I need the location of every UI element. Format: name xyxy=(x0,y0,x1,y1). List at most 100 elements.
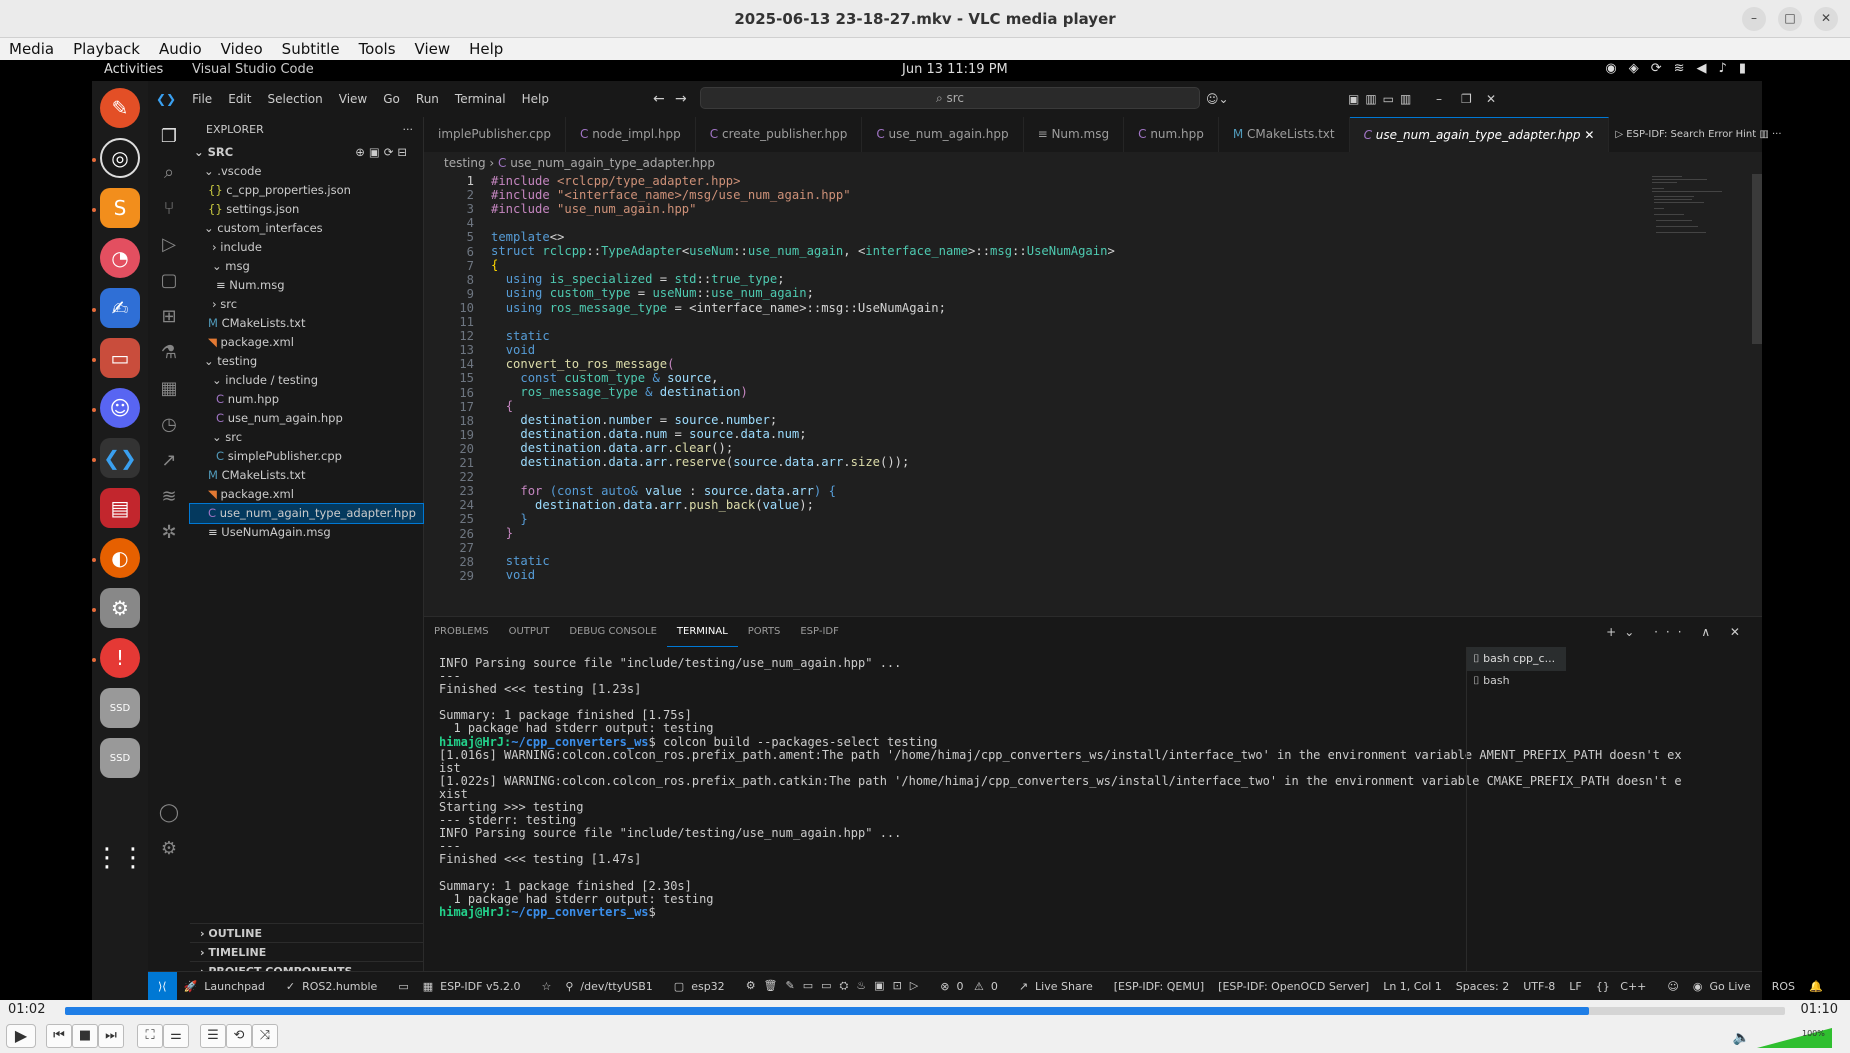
live-share-icon[interactable]: ↗ xyxy=(157,449,181,473)
tree-item[interactable]: ⌄ testing xyxy=(190,352,423,371)
vscode-icon[interactable]: ❮❯ xyxy=(100,438,140,478)
panel-tab-debug-console[interactable]: DEBUG CONSOLE xyxy=(559,617,667,647)
status-folder-icon[interactable]: ▭ xyxy=(391,980,415,993)
menu-file[interactable]: File xyxy=(184,92,220,106)
tree-item[interactable]: ⌄ .vscode xyxy=(190,162,423,181)
esp-idf-error-hint[interactable]: ▷ ESP-IDF: Search Error Hint ▥ ··· xyxy=(1609,117,1787,152)
status-esp-idf-version[interactable]: ▦ ESP-IDF v5.2.0 xyxy=(416,980,535,993)
terminal-instance[interactable]: ⌷ bash xyxy=(1467,671,1566,691)
panel-tab-output[interactable]: OUTPUT xyxy=(499,617,560,647)
tree-item[interactable]: {} settings.json xyxy=(190,200,423,219)
menu-video[interactable]: Video xyxy=(212,40,273,58)
split-editor-icon[interactable]: ▥ ··· xyxy=(1756,129,1781,140)
piechart-icon[interactable]: ◔ xyxy=(100,238,140,278)
menu-help[interactable]: Help xyxy=(514,92,557,106)
menu-view[interactable]: View xyxy=(406,40,461,58)
tree-item[interactable]: M CMakeLists.txt xyxy=(190,314,423,333)
vsc-minimize-icon[interactable]: – xyxy=(1436,92,1442,106)
tree-item-selected[interactable]: C use_num_again_type_adapter.hpp xyxy=(189,503,424,524)
tab-simplepublisher[interactable]: implePublisher.cpp xyxy=(424,117,566,152)
files-icon[interactable]: ▭ xyxy=(100,338,140,378)
tree-item[interactable]: C use_num_again.hpp xyxy=(190,409,423,428)
outline-section[interactable]: › OUTLINE xyxy=(190,923,424,942)
explorer-icon[interactable]: ❐ xyxy=(157,125,181,149)
tree-item[interactable]: {} c_cpp_properties.json xyxy=(190,181,423,200)
play-button[interactable]: ▶ xyxy=(6,1024,36,1048)
text-editor-icon[interactable]: ✍ xyxy=(100,288,140,328)
menu-terminal[interactable]: Terminal xyxy=(447,92,514,106)
vsc-close-icon[interactable]: ✕ xyxy=(1486,92,1496,106)
tree-item[interactable]: ≡ Num.msg xyxy=(190,276,423,295)
tab-close-icon[interactable]: ✕ xyxy=(1581,128,1594,142)
firefox-icon[interactable]: ◐ xyxy=(100,538,140,578)
copilot-icon[interactable]: ☺⌄ xyxy=(1206,92,1229,106)
status-cursor-position[interactable]: Ln 1, Col 1 xyxy=(1376,980,1449,993)
status-target[interactable]: ▢ esp32 xyxy=(667,980,739,993)
minimap[interactable] xyxy=(1652,174,1732,254)
explorer-actions-icon[interactable]: ⊕▣⟳⊟ xyxy=(355,143,411,162)
explorer-more-icon[interactable]: ··· xyxy=(403,117,414,143)
seek-bar[interactable] xyxy=(65,1007,1785,1015)
tab-node-impl[interactable]: C node_impl.hpp xyxy=(566,117,696,152)
previous-button[interactable]: ⏮ xyxy=(46,1024,72,1048)
extended-settings-button[interactable]: ⚌ xyxy=(163,1024,189,1048)
ros-icon[interactable]: ✲ xyxy=(157,521,181,545)
remote-indicator-icon[interactable]: ⟩⟨ xyxy=(148,971,177,1001)
menu-run[interactable]: Run xyxy=(408,92,447,106)
sublime-icon[interactable]: S xyxy=(100,188,140,228)
fullscreen-button[interactable]: ⛶ xyxy=(137,1024,163,1048)
status-go-live[interactable]: ◉ Go Live xyxy=(1686,980,1765,993)
ssd-drive-icon[interactable]: SSD xyxy=(100,688,140,728)
remote-explorer-icon[interactable]: ▢ xyxy=(157,269,181,293)
search-view-icon[interactable]: ⌕ xyxy=(157,161,181,185)
manage-gear-icon[interactable]: ⚙ xyxy=(157,837,181,861)
show-apps-icon[interactable]: ⋮⋮ xyxy=(94,838,146,878)
stop-button[interactable]: ■ xyxy=(72,1024,98,1048)
next-button[interactable]: ⏭ xyxy=(98,1024,124,1048)
tree-item[interactable]: ⌄ msg xyxy=(190,257,423,276)
tree-item[interactable]: M CMakeLists.txt xyxy=(190,466,423,485)
tree-item[interactable]: ◥ package.xml xyxy=(190,333,423,352)
panel-tab-terminal[interactable]: TERMINAL xyxy=(666,617,738,647)
ssd-drive-icon-2[interactable]: SSD xyxy=(100,738,140,778)
tree-item[interactable]: ◥ package.xml xyxy=(190,485,423,504)
extensions-icon[interactable]: ⊞ xyxy=(157,305,181,329)
minimize-icon[interactable]: – xyxy=(1742,7,1766,31)
status-ros-label[interactable]: ROS xyxy=(1765,980,1802,993)
testing-icon[interactable]: ⚗ xyxy=(157,341,181,365)
menu-tools[interactable]: Tools xyxy=(350,40,406,58)
menu-media[interactable]: Media xyxy=(0,40,64,58)
root-folder[interactable]: ⌄ SRC ⊕▣⟳⊟ xyxy=(190,143,423,162)
breadcrumb-file[interactable]: use_num_again_type_adapter.hpp xyxy=(510,156,715,170)
menu-go[interactable]: Go xyxy=(375,92,408,106)
status-launchpad[interactable]: 🚀 Launchpad xyxy=(177,980,279,993)
status-qemu[interactable]: [ESP-IDF: QEMU] xyxy=(1107,980,1211,993)
close-icon[interactable]: ✕ xyxy=(1814,7,1838,31)
menu-edit[interactable]: Edit xyxy=(220,92,259,106)
postman-icon[interactable]: ✎ xyxy=(100,88,140,128)
tree-item[interactable]: C simplePublisher.cpp xyxy=(190,447,423,466)
menu-help[interactable]: Help xyxy=(460,40,513,58)
menu-selection[interactable]: Selection xyxy=(259,92,330,106)
status-copilot-icon[interactable]: ☺ xyxy=(1660,980,1685,993)
panel-tab-esp-idf[interactable]: ESP-IDF xyxy=(790,617,849,647)
containers-icon[interactable]: ▦ xyxy=(157,377,181,401)
status-openocd[interactable]: [ESP-IDF: OpenOCD Server] xyxy=(1211,980,1376,993)
tree-item[interactable]: › src xyxy=(190,295,423,314)
panel-tab-problems[interactable]: PROBLEMS xyxy=(424,617,499,647)
terminal-output[interactable]: INFO Parsing source file "include/testin… xyxy=(439,656,1682,919)
notifications-bell-icon[interactable]: 🔔 xyxy=(1802,980,1830,993)
tab-type-adapter-active[interactable]: C use_num_again_type_adapter.hpp ✕ xyxy=(1349,117,1610,152)
tree-item[interactable]: › include xyxy=(190,238,423,257)
status-problems[interactable]: ⊗ 0 ⚠ 0 xyxy=(933,980,1012,993)
speaker-icon[interactable]: 🔈 xyxy=(1733,1030,1750,1046)
run-debug-icon[interactable]: ▷ xyxy=(157,233,181,257)
tab-num-msg[interactable]: ≡ Num.msg xyxy=(1024,117,1125,152)
shuffle-button[interactable]: ⤨ xyxy=(252,1024,278,1048)
breadcrumb-folder[interactable]: testing xyxy=(444,156,486,170)
discord-app-icon[interactable]: ☺ xyxy=(100,388,140,428)
vsc-restore-icon[interactable]: ❐ xyxy=(1461,92,1472,106)
tree-item[interactable]: ⌄ custom_interfaces xyxy=(190,219,423,238)
status-star-icon[interactable]: ☆ xyxy=(534,980,558,993)
menu-playback[interactable]: Playback xyxy=(64,40,150,58)
